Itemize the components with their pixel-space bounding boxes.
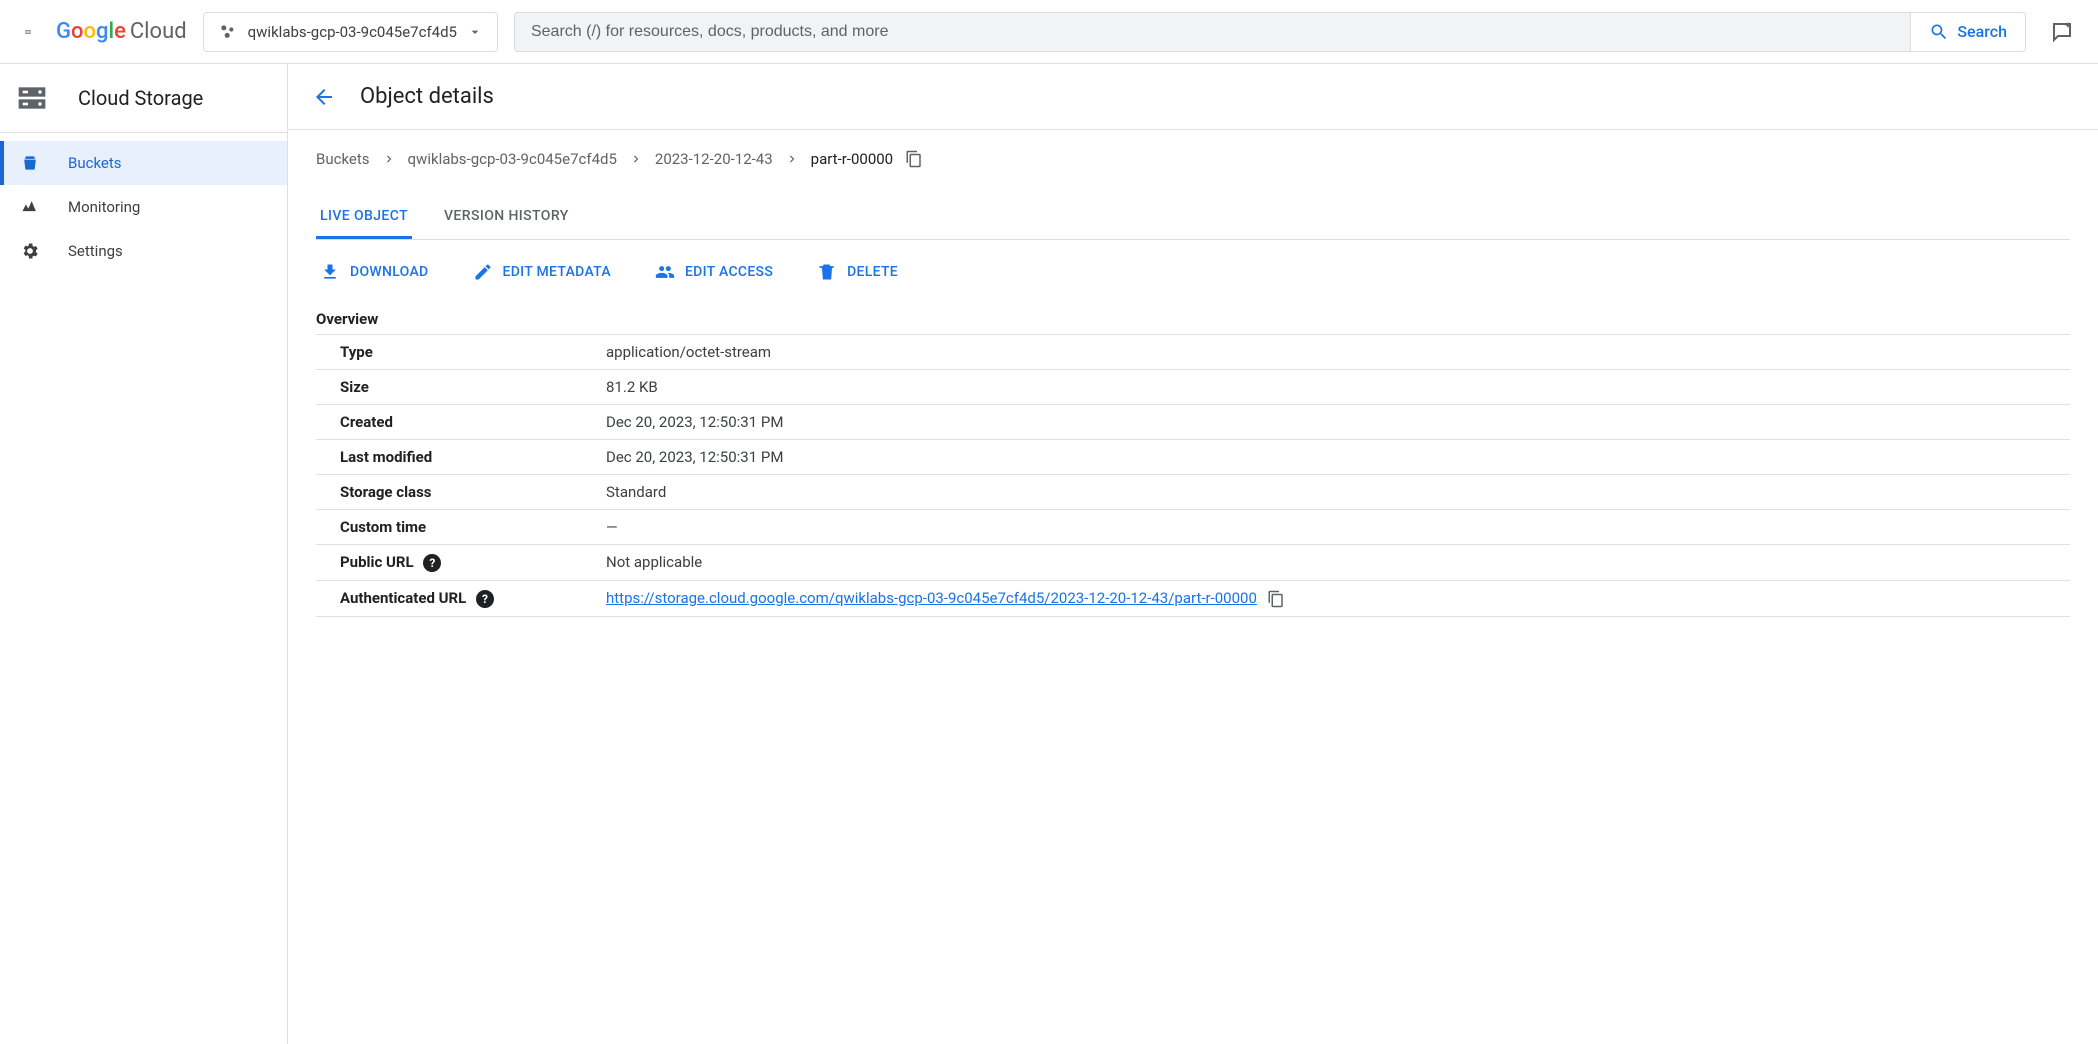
sidebar-item-monitoring[interactable]: Monitoring [0,185,287,229]
table-row: Last modifiedDec 20, 2023, 12:50:31 PM [316,440,2070,475]
back-arrow-icon[interactable] [312,85,336,109]
authenticated-url-link[interactable]: https://storage.cloud.google.com/qwiklab… [606,589,1257,607]
sidebar-item-label: Buckets [68,154,122,172]
breadcrumb-object: part-r-00000 [811,150,893,168]
public-url-label: Public URL [340,553,414,571]
download-button[interactable]: DOWNLOAD [320,262,429,282]
hamburger-menu-icon[interactable] [16,20,40,44]
sidebar-item-buckets[interactable]: Buckets [0,141,287,185]
project-icon [218,22,238,42]
copy-icon[interactable] [905,150,923,168]
trash-icon [817,262,837,282]
product-header: Cloud Storage [0,64,287,133]
overview-table: Typeapplication/octet-stream Size81.2 KB… [316,335,2070,617]
table-row: Custom time— [316,510,2070,545]
copy-icon[interactable] [1267,590,1285,608]
table-row: CreatedDec 20, 2023, 12:50:31 PM [316,405,2070,440]
download-icon [320,262,340,282]
help-icon[interactable]: ? [423,554,441,572]
table-row: Storage classStandard [316,475,2070,510]
help-icon[interactable]: ? [476,590,494,608]
chevron-right-icon [382,152,396,166]
search-input[interactable] [515,23,1910,41]
sidebar-item-settings[interactable]: Settings [0,229,287,273]
tab-live-object[interactable]: LIVE OBJECT [316,196,412,239]
chat-assistant-icon[interactable] [2042,12,2082,52]
table-row: Typeapplication/octet-stream [316,335,2070,370]
tab-version-history[interactable]: VERSION HISTORY [440,196,573,239]
product-title: Cloud Storage [78,86,203,110]
search-container: Search [514,12,2026,52]
breadcrumb-root[interactable]: Buckets [316,150,370,168]
gear-icon [20,241,40,261]
sidebar-item-label: Settings [68,242,123,260]
delete-button[interactable]: DELETE [817,262,898,282]
search-button-label: Search [1957,22,2007,41]
edit-access-button[interactable]: EDIT ACCESS [655,262,773,282]
overview-heading: Overview [316,304,2070,335]
monitoring-icon [20,197,40,217]
chevron-right-icon [785,152,799,166]
edit-metadata-button-label: EDIT METADATA [503,264,611,280]
breadcrumb-bucket[interactable]: qwiklabs-gcp-03-9c045e7cf4d5 [408,150,617,168]
search-button[interactable]: Search [1910,13,2025,51]
cloud-storage-icon [16,82,48,114]
chevron-right-icon [629,152,643,166]
table-row: Size81.2 KB [316,370,2070,405]
edit-access-button-label: EDIT ACCESS [685,264,773,280]
bucket-icon [20,153,40,173]
project-name: qwiklabs-gcp-03-9c045e7cf4d5 [248,23,457,41]
sidebar-item-label: Monitoring [68,198,140,216]
cloud-text: Cloud [130,19,187,44]
table-row: Authenticated URL ? https://storage.clou… [316,581,2070,617]
project-picker[interactable]: qwiklabs-gcp-03-9c045e7cf4d5 [203,12,498,52]
pencil-icon [473,262,493,282]
edit-metadata-button[interactable]: EDIT METADATA [473,262,611,282]
google-cloud-logo[interactable]: Google Cloud [56,19,187,44]
table-row: Public URL ? Not applicable [316,545,2070,581]
auth-url-label: Authenticated URL [340,589,466,607]
breadcrumb-folder[interactable]: 2023-12-20-12-43 [655,150,773,168]
people-icon [655,262,675,282]
delete-button-label: DELETE [847,264,898,280]
search-icon [1929,22,1949,42]
breadcrumb: Buckets qwiklabs-gcp-03-9c045e7cf4d5 202… [316,150,2070,168]
page-title: Object details [360,84,494,109]
download-button-label: DOWNLOAD [350,264,429,280]
dropdown-icon [467,24,483,40]
